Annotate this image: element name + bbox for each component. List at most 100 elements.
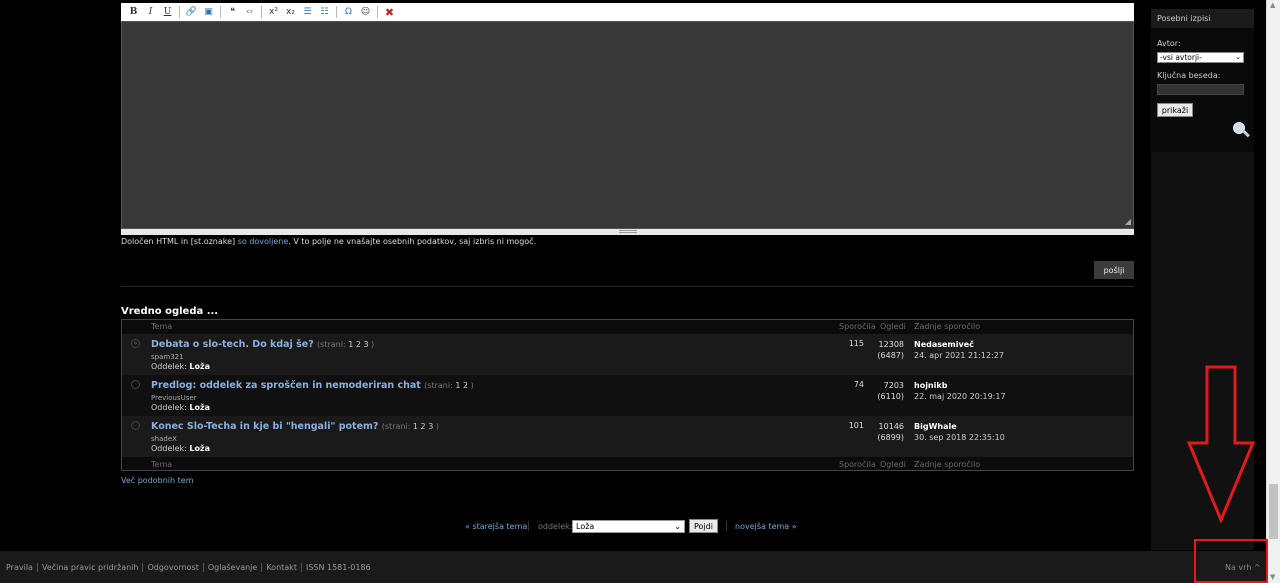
superscript-icon[interactable]: x² xyxy=(265,4,282,20)
scrollbar-thumb[interactable] xyxy=(1269,484,1278,539)
footer-link[interactable]: Pravila xyxy=(6,563,38,572)
topic-author[interactable]: PreviousUser xyxy=(151,394,197,402)
related-topics-table: Tema Sporočila Ogledi Zadnje sporočilo »… xyxy=(121,319,1134,471)
pages-label: (strani: xyxy=(381,422,411,431)
page-links: 1 2 xyxy=(455,381,469,390)
topic-views: 12308 (6487) xyxy=(867,339,904,361)
col-views: Ogledi xyxy=(880,460,906,469)
annotation-highlight-box xyxy=(1194,539,1268,583)
footer-link[interactable]: Večina pravic pridržanih xyxy=(38,563,144,572)
divider xyxy=(726,521,727,531)
special-chars-icon[interactable]: Ω xyxy=(340,4,357,20)
footer-link[interactable]: Kontakt xyxy=(262,563,302,572)
grip-icon xyxy=(619,230,637,233)
last-date: 22. maj 2020 20:19:17 xyxy=(914,392,1006,401)
filter-panel: Avtor: -vsi avtorji- ⌄ Ključna beseda: pr… xyxy=(1151,28,1254,152)
author-select-value: -vsi avtorji- xyxy=(1160,53,1202,62)
views-sub: (6487) xyxy=(877,351,904,360)
more-topics-link[interactable]: Več podobnih tem xyxy=(121,476,194,485)
message-textarea[interactable]: ◢ xyxy=(121,21,1134,229)
emoji-icon[interactable]: ☺ xyxy=(357,4,374,20)
scroll-up-icon[interactable]: ▲ xyxy=(1270,1,1275,9)
section-label: Oddelek: xyxy=(151,403,187,412)
topic-views: 7203 (6110) xyxy=(867,380,904,402)
annotation-arrow-icon xyxy=(1186,365,1256,524)
subscript-icon[interactable]: x₂ xyxy=(282,4,299,20)
footer-link[interactable]: Oglaševanje xyxy=(204,563,263,572)
section-select-value: Loža xyxy=(576,522,595,531)
section-select[interactable]: Loža ⌄ xyxy=(572,520,685,533)
page-scrollbar[interactable]: ▲ ▼ xyxy=(1266,0,1280,583)
topic-title-link[interactable]: Debata o slo-tech. Do kdaj še? (strani: … xyxy=(151,339,374,350)
toolbar-separator xyxy=(179,6,180,18)
editor-resize-bar[interactable] xyxy=(121,229,1134,235)
topic-pages: (strani: 1 2 3 ) xyxy=(381,422,439,431)
views-count: 12308 xyxy=(878,340,904,349)
quote-icon[interactable]: ❝ xyxy=(224,4,241,20)
resize-handle-icon[interactable]: ◢ xyxy=(1125,217,1131,226)
bullet-list-icon[interactable]: ☰ xyxy=(299,4,316,20)
section-value: Loža xyxy=(189,403,211,412)
older-topic-link[interactable]: « starejša tema xyxy=(465,522,527,531)
section-label: Oddelek: xyxy=(151,444,187,453)
col-views: Ogledi xyxy=(880,322,906,331)
topic-last-post: BigWhale 30. sep 2018 22:35:10 xyxy=(914,421,1005,443)
section-label: Oddelek: xyxy=(151,362,187,371)
topic-messages: 74 xyxy=(853,380,864,389)
views-count: 10146 xyxy=(878,422,904,431)
html-note-suffix: . V to polje ne vnašajte osebnih podatko… xyxy=(288,237,537,246)
topic-author[interactable]: spam321 xyxy=(151,353,184,361)
last-date: 30. sep 2018 22:35:10 xyxy=(914,433,1005,442)
show-button[interactable]: prikaži xyxy=(1157,103,1193,117)
table-header: Tema Sporočila Ogledi Zadnje sporočilo xyxy=(122,320,1133,333)
footer-link[interactable]: Odgovornost xyxy=(143,563,204,572)
toolbar-separator xyxy=(261,6,262,18)
go-button[interactable]: Pojdi xyxy=(689,519,718,533)
topic-author[interactable]: shadeX xyxy=(151,435,177,443)
scroll-down-icon[interactable]: ▼ xyxy=(1270,573,1275,581)
footer-links: Pravila Večina pravic pridržanih Odgovorno… xyxy=(6,563,375,572)
topic-messages: 115 xyxy=(848,339,864,348)
section-value: Loža xyxy=(189,444,211,453)
page-links: 1 2 3 xyxy=(412,422,434,431)
divider xyxy=(528,521,529,531)
topic-navigation: « starejša tema oddelek: Loža ⌄ Pojdi nov… xyxy=(0,519,1150,534)
bold-button[interactable]: B xyxy=(125,4,142,20)
footer-link[interactable]: ISSN 1581-0186 xyxy=(302,563,375,572)
newer-topic-link[interactable]: novejša tema » xyxy=(735,522,797,531)
topic-pages: (strani: 1 2 3 ) xyxy=(317,340,375,349)
col-messages: Sporočila xyxy=(839,460,876,469)
underline-button[interactable]: U xyxy=(159,4,176,20)
submit-button[interactable]: pošlji xyxy=(1094,261,1134,279)
table-row: Konec Slo-Techa in kje bi "hengali" pote… xyxy=(122,416,1133,457)
table-row: Predlog: oddelek za sproščen in nemoderi… xyxy=(122,375,1133,416)
code-icon[interactable]: ‹› xyxy=(241,4,258,20)
editor-toolbar: B I U 🔗 ▣ ❝ ‹› x² x₂ ☰ ☷ Ω ☺ ✖ xyxy=(121,3,1134,21)
italic-button[interactable]: I xyxy=(142,4,159,20)
last-user: BigWhale xyxy=(914,422,957,431)
author-select[interactable]: -vsi avtorji- ⌄ xyxy=(1157,52,1244,63)
pages-label: (strani: xyxy=(424,381,453,390)
pages-label: (strani: xyxy=(317,340,346,349)
table-footer: Tema Sporočila Ogledi Zadnje sporočilo xyxy=(122,458,1133,471)
topic-last-post: hojnikb 22. maj 2020 20:19:17 xyxy=(914,380,1006,402)
numbered-list-icon[interactable]: ☷ xyxy=(316,4,333,20)
footer: Pravila Večina pravic pridržanih Odgovorno… xyxy=(0,551,1266,583)
allowed-tags-link[interactable]: so dovoljene xyxy=(238,237,289,246)
clear-format-icon[interactable]: ✖ xyxy=(381,4,398,20)
toolbar-separator xyxy=(377,6,378,18)
topic-status-icon xyxy=(131,421,140,430)
image-icon[interactable]: ▣ xyxy=(200,4,217,20)
keyword-input[interactable] xyxy=(1157,84,1244,95)
sidebar-title: Posebni izpisi xyxy=(1151,9,1254,28)
divider xyxy=(121,286,1134,287)
topic-title-link[interactable]: Konec Slo-Techa in kje bi "hengali" pote… xyxy=(151,421,439,432)
col-last: Zadnje sporočilo xyxy=(914,322,981,331)
html-note-text: Določen HTML in [st.oznake] xyxy=(121,237,238,246)
col-last: Zadnje sporočilo xyxy=(914,460,981,469)
topic-status-icon xyxy=(131,380,140,389)
link-icon[interactable]: 🔗 xyxy=(183,4,200,20)
topic-messages: 101 xyxy=(848,421,864,430)
col-topic: Tema xyxy=(151,460,173,469)
topic-title-link[interactable]: Predlog: oddelek za sproščen in nemoderi… xyxy=(151,380,474,391)
